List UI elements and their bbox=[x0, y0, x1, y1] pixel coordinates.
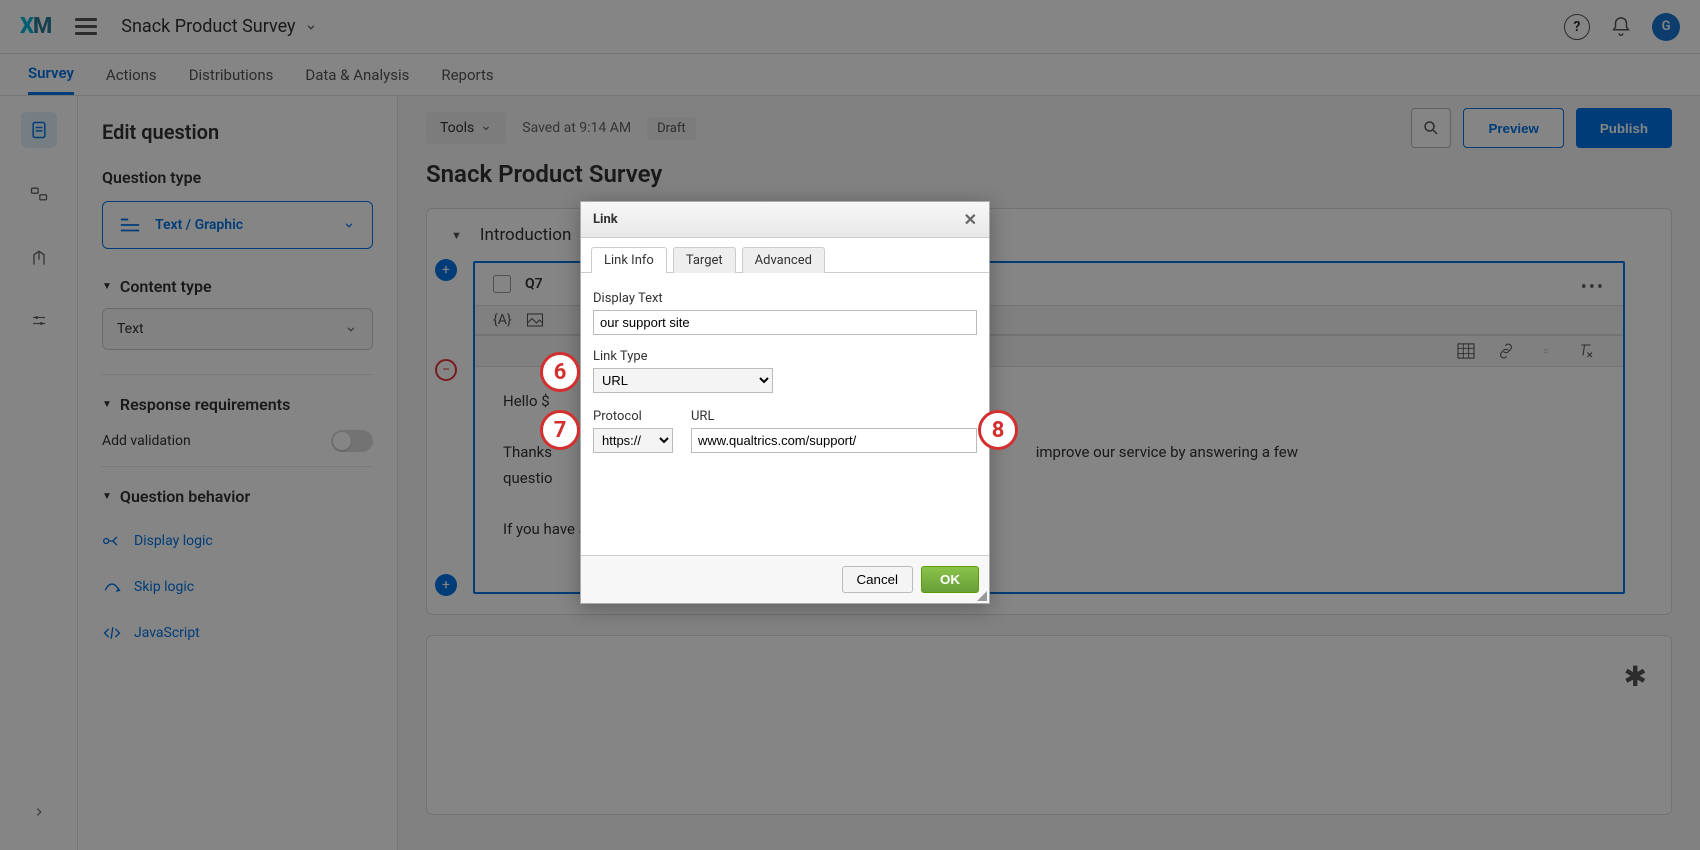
protocol-label: Protocol bbox=[593, 409, 675, 424]
link-type-label: Link Type bbox=[593, 349, 977, 364]
dialog-title-label: Link bbox=[593, 212, 618, 227]
dialog-tabs: Link Info Target Advanced bbox=[581, 238, 989, 273]
link-dialog: Link ✕ Link Info Target Advanced Display… bbox=[580, 201, 990, 604]
resize-grip-icon[interactable] bbox=[977, 591, 987, 601]
url-label: URL bbox=[691, 409, 977, 424]
dialog-body: Display Text Link Type URL Protocol http… bbox=[581, 273, 989, 555]
link-type-select[interactable]: URL bbox=[593, 368, 773, 393]
display-text-label: Display Text bbox=[593, 291, 977, 306]
dialog-footer: Cancel OK bbox=[581, 555, 989, 603]
tab-advanced[interactable]: Advanced bbox=[742, 247, 825, 273]
url-input[interactable] bbox=[691, 428, 977, 453]
cancel-button[interactable]: Cancel bbox=[842, 566, 914, 593]
close-icon[interactable]: ✕ bbox=[964, 210, 977, 229]
callout-6: 6 bbox=[540, 352, 580, 392]
dialog-titlebar: Link ✕ bbox=[581, 202, 989, 238]
protocol-select[interactable]: https:// bbox=[593, 428, 673, 453]
callout-7: 7 bbox=[540, 410, 580, 450]
display-text-input[interactable] bbox=[593, 310, 977, 335]
tab-link-info[interactable]: Link Info bbox=[591, 247, 667, 273]
callout-8: 8 bbox=[978, 410, 1018, 450]
tab-target[interactable]: Target bbox=[673, 247, 736, 273]
ok-button[interactable]: OK bbox=[921, 566, 979, 593]
